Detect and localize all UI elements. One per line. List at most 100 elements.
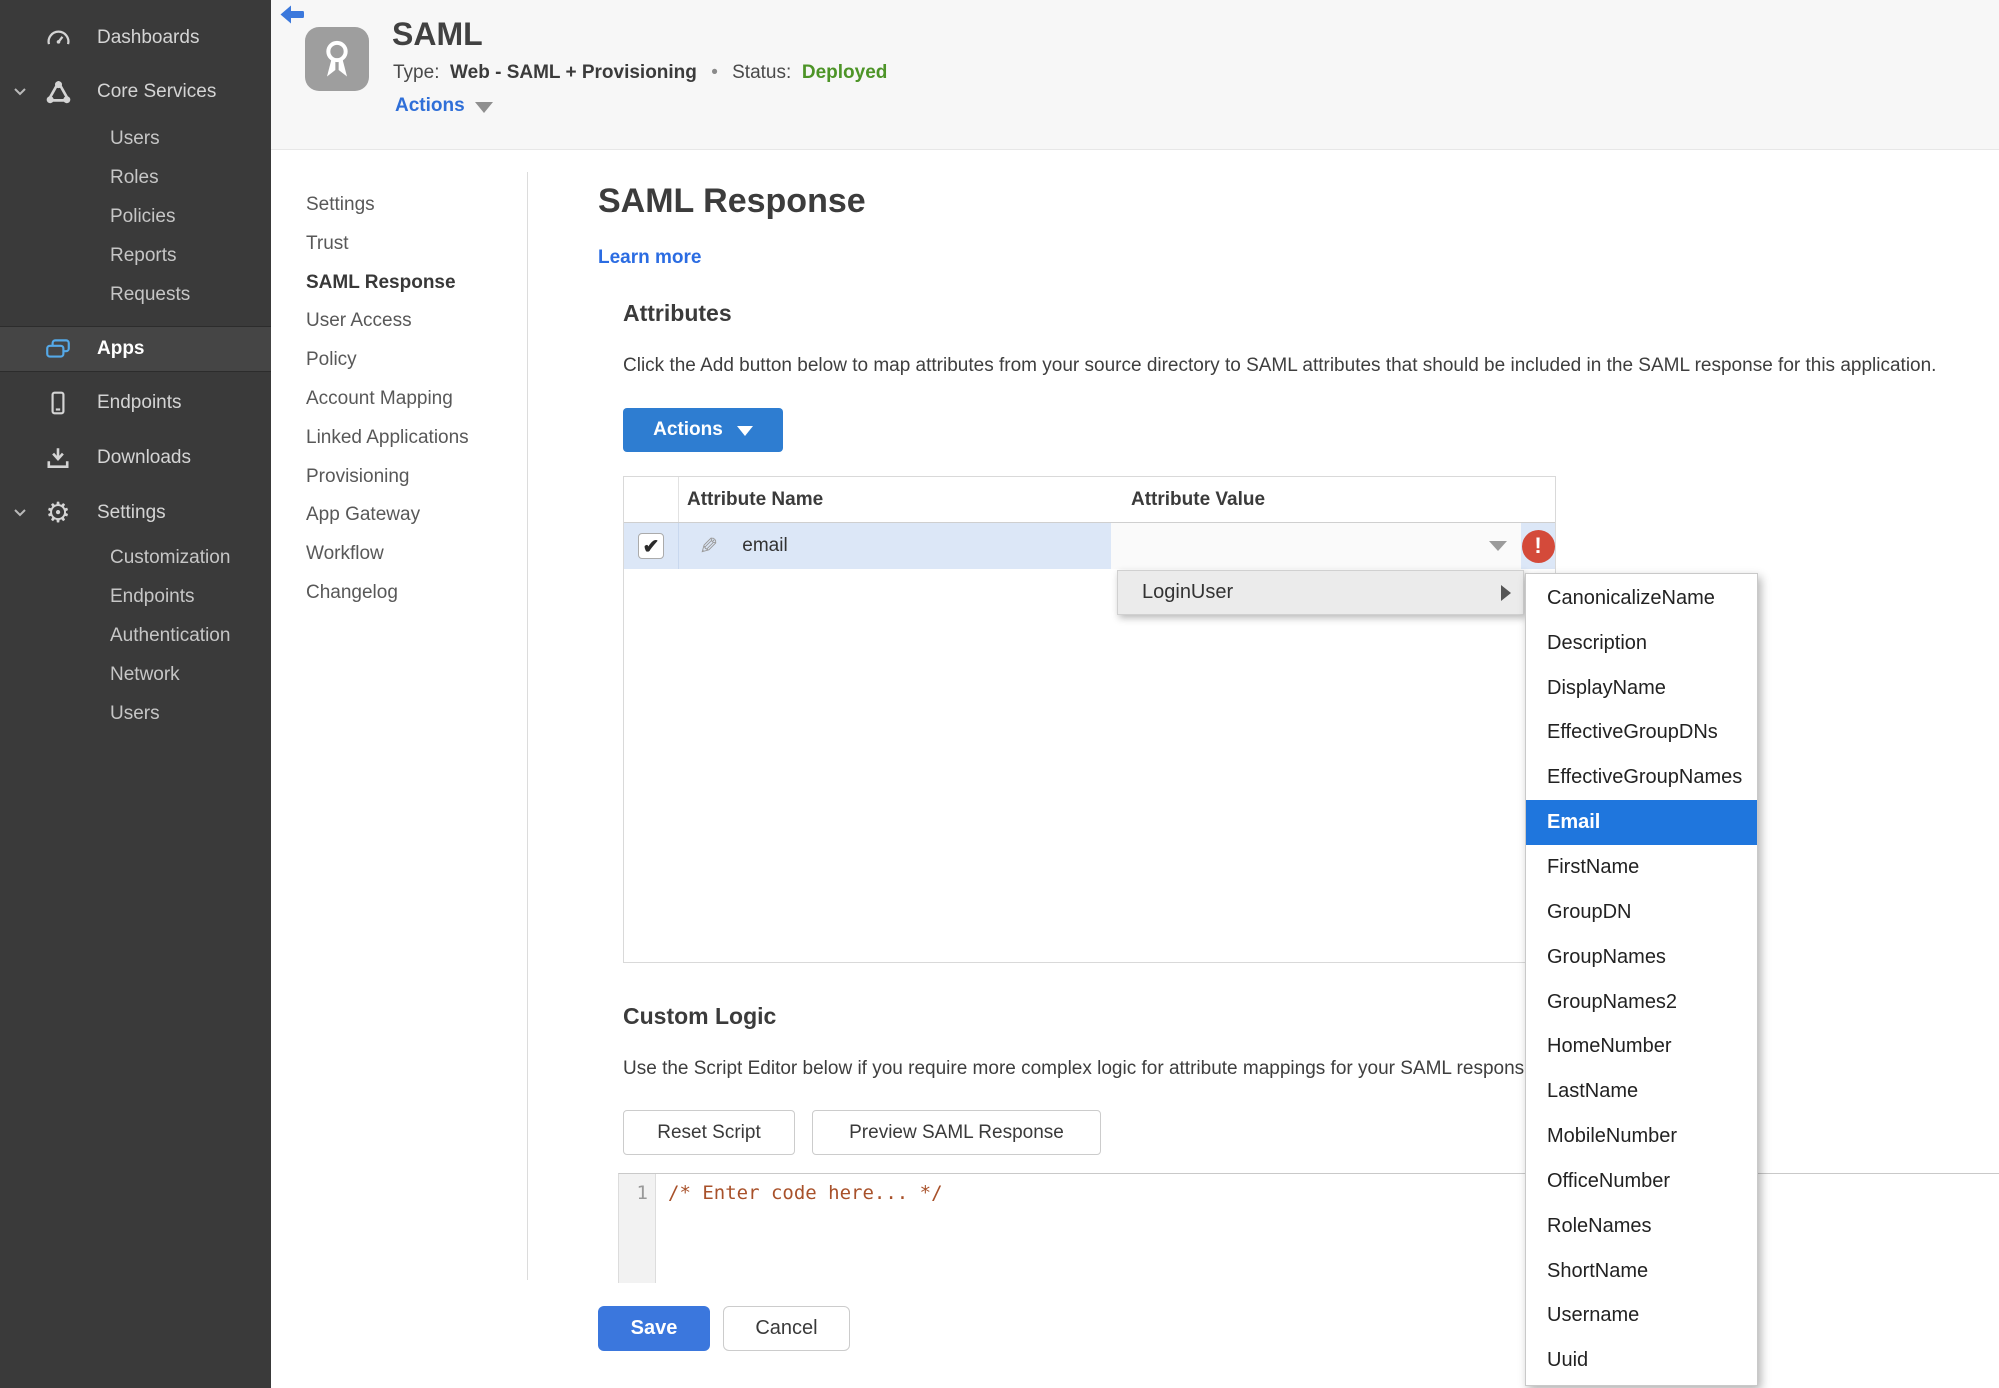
sidebar-item-requests[interactable]: Requests [0,276,271,314]
subnav-item-trust[interactable]: Trust [306,225,469,264]
preview-saml-response-button[interactable]: Preview SAML Response [812,1110,1101,1155]
download-icon [44,444,72,472]
attributes-description: Click the Add button below to map attrib… [623,355,1937,376]
menu-item-rolenames[interactable]: RoleNames [1526,1204,1757,1249]
select-column-header [624,477,679,522]
sidebar-item-settings[interactable]: ⚙ Settings [0,493,271,533]
subnav-item-settings[interactable]: Settings [306,186,469,225]
dropdown-caret-icon [1489,541,1507,551]
custom-logic-description: Use the Script Editor below if you requi… [623,1058,1540,1079]
error-icon: ! [1521,529,1555,563]
subnav-item-user-access[interactable]: User Access [306,302,469,341]
edit-pencil-icon[interactable]: ✎ [699,533,718,560]
meta-separator: • [711,62,718,83]
custom-logic-heading: Custom Logic [623,1003,777,1029]
menu-item-homenumber[interactable]: HomeNumber [1526,1024,1757,1069]
submenu-arrow-icon [1501,585,1511,601]
sidebar-item-users[interactable]: Users [0,120,271,158]
row-select-cell: ✔ [624,523,679,569]
app-meta: Type: Web - SAML + Provisioning • Status… [393,62,887,84]
header-actions-menu[interactable]: Actions [395,95,493,117]
menu-item-groupnames2[interactable]: GroupNames2 [1526,980,1757,1025]
menu-item-username[interactable]: Username [1526,1294,1757,1339]
attribute-value-submenu: CanonicalizeName Description DisplayName… [1525,573,1758,1387]
subnav-item-changelog[interactable]: Changelog [306,574,469,613]
attribute-value-header: Attribute Value [1131,488,1266,510]
menu-item-canonicalizename[interactable]: CanonicalizeName [1526,576,1757,621]
menu-item-mobilenumber[interactable]: MobileNumber [1526,1114,1757,1159]
apps-icon [44,335,72,363]
script-editor[interactable]: 1 /* Enter code here... */ [618,1173,1999,1283]
sidebar-item-network[interactable]: Network [0,656,271,694]
sidebar: Dashboards Core Services Users Roles Pol… [0,0,271,1388]
row-error-cell: ! [1521,523,1555,569]
status-label: Status: [732,62,792,83]
sidebar-item-core-services[interactable]: Core Services [0,72,271,112]
award-ribbon-icon [305,27,369,91]
attribute-value-select[interactable] [1111,523,1521,569]
caret-down-icon [474,102,493,113]
editor-code[interactable]: /* Enter code here... */ [656,1174,943,1283]
sidebar-item-downloads[interactable]: Downloads [0,438,271,478]
attributes-table: Attribute Name Attribute Value ✔ ✎ email… [623,476,1556,963]
core-services-icon [44,78,72,106]
menu-item-groupnames[interactable]: GroupNames [1526,935,1757,980]
sidebar-item-settings-endpoints[interactable]: Endpoints [0,578,271,616]
chevron-down-icon [12,84,28,100]
mobile-device-icon [44,389,72,417]
attribute-name-cell: ✎ email [679,523,1111,569]
table-header: Attribute Name Attribute Value [624,477,1555,523]
subnav-item-app-gateway[interactable]: App Gateway [306,496,469,535]
cancel-button[interactable]: Cancel [723,1306,850,1351]
attribute-name-value: email [742,535,788,556]
table-row[interactable]: ✔ ✎ email ! [624,523,1555,569]
menu-item-uuid[interactable]: Uuid [1526,1338,1757,1383]
sidebar-item-policies[interactable]: Policies [0,198,271,236]
menu-item-groupdn[interactable]: GroupDN [1526,890,1757,935]
caret-down-icon [736,426,753,436]
menu-item-firstname[interactable]: FirstName [1526,845,1757,890]
menu-item-effectivegroupdns[interactable]: EffectiveGroupDNs [1526,711,1757,756]
subnav-item-workflow[interactable]: Workflow [306,535,469,574]
menu-item-effectivegroupnames[interactable]: EffectiveGroupNames [1526,755,1757,800]
learn-more-link[interactable]: Learn more [598,247,701,269]
editor-line-number: 1 [619,1174,656,1283]
attribute-name-header: Attribute Name [687,488,824,510]
sidebar-item-authentication[interactable]: Authentication [0,617,271,655]
reset-script-button[interactable]: Reset Script [623,1110,795,1155]
save-button[interactable]: Save [598,1306,710,1351]
menu-item-description[interactable]: Description [1526,621,1757,666]
page-title: SAML [392,16,483,52]
chevron-down-icon [12,505,28,521]
gauge-icon [44,24,72,52]
sidebar-item-apps[interactable]: Apps [0,326,271,372]
app-subnav: Settings Trust SAML Response User Access… [306,186,469,613]
menu-item-officenumber[interactable]: OfficeNumber [1526,1159,1757,1204]
back-arrow-icon[interactable] [279,4,305,26]
sidebar-item-dashboards[interactable]: Dashboards [0,18,271,58]
menu-item-displayname[interactable]: DisplayName [1526,666,1757,711]
dropdown-parent-loginuser[interactable]: LoginUser [1117,570,1524,615]
sidebar-item-endpoints[interactable]: Endpoints [0,383,271,423]
menu-item-shortname[interactable]: ShortName [1526,1249,1757,1294]
subnav-item-account-mapping[interactable]: Account Mapping [306,380,469,419]
type-label: Type: [393,62,440,83]
subnav-item-provisioning[interactable]: Provisioning [306,458,469,497]
attributes-actions-button[interactable]: Actions [623,408,783,452]
sidebar-item-settings-users[interactable]: Users [0,695,271,733]
row-checkbox[interactable]: ✔ [638,533,664,559]
sidebar-item-customization[interactable]: Customization [0,539,271,577]
subnav-item-policy[interactable]: Policy [306,341,469,380]
menu-item-lastname[interactable]: LastName [1526,1069,1757,1114]
subnav-item-saml-response[interactable]: SAML Response [306,264,469,303]
subnav-item-linked-applications[interactable]: Linked Applications [306,419,469,458]
gear-icon: ⚙ [45,497,71,528]
status-badge: Deployed [801,62,888,83]
app-window: Dashboards Core Services Users Roles Pol… [0,0,1999,1388]
type-value: Web - SAML + Provisioning [450,62,697,83]
section-title: SAML Response [598,182,866,220]
menu-item-email[interactable]: Email [1526,800,1757,846]
sidebar-item-reports[interactable]: Reports [0,237,271,275]
attributes-heading: Attributes [623,300,732,326]
sidebar-item-roles[interactable]: Roles [0,159,271,197]
